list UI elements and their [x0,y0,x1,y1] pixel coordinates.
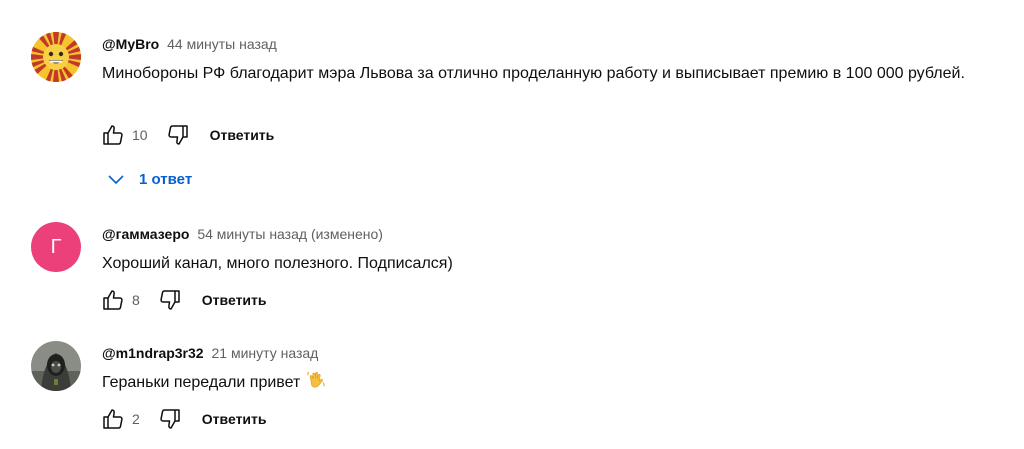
dislike-button[interactable] [164,121,192,149]
avatar[interactable] [31,341,81,391]
comment-time[interactable]: 54 минуты назад (изменено) [197,226,383,242]
dislike-button[interactable] [156,286,184,314]
reply-button[interactable]: Ответить [202,292,267,308]
replies-count: 1 ответ [139,170,193,188]
replies-toggle-button[interactable]: 1 ответ [106,167,192,191]
author-name[interactable]: @m1ndrap3r32 [102,345,204,361]
avatar[interactable] [31,32,81,82]
avatar[interactable]: Г [31,222,81,272]
thumbs-up-icon [103,409,123,429]
like-count: 2 [132,411,140,427]
waving-hand-icon [306,370,326,399]
comment-text: Хороший канал, много полезного. Подписал… [102,255,453,272]
thumbs-up-icon [103,290,123,310]
thumbs-down-icon [160,409,180,429]
hooded-figure-icon [31,341,81,391]
author-name[interactable]: @MyBro [102,36,159,52]
like-count: 8 [132,292,140,308]
comment-header: @гаммазеро 54 минуты назад (изменено) [102,225,383,243]
like-button[interactable] [99,121,127,149]
chevron-down-icon [108,175,124,185]
comment-text-content: Гераньки передали привет [102,374,301,391]
thumbs-up-icon [103,125,123,145]
comment-actions: 2 Ответить [99,405,267,433]
comment-text: Минобороны РФ благодарит мэра Львова за … [102,65,965,82]
comment-time[interactable]: 21 минуту назад [211,345,318,361]
like-count: 10 [132,127,148,143]
comment-actions: 8 Ответить [99,286,267,314]
comment-text: Гераньки передали привет [102,370,1014,399]
like-button[interactable] [99,286,127,314]
comment-actions: 10 Ответить [99,121,274,149]
dislike-button[interactable] [156,405,184,433]
thumbs-down-icon [160,290,180,310]
comment-header: @m1ndrap3r32 21 минуту назад [102,344,318,362]
author-name[interactable]: @гаммазеро [102,226,189,242]
thumbs-down-icon [167,125,188,145]
reply-button[interactable]: Ответить [202,411,267,427]
comment-time[interactable]: 44 минуты назад [167,36,277,52]
sun-face-icon [31,32,81,82]
reply-button[interactable]: Ответить [210,127,275,143]
like-button[interactable] [99,405,127,433]
comment-header: @MyBro 44 минуты назад [102,35,277,53]
